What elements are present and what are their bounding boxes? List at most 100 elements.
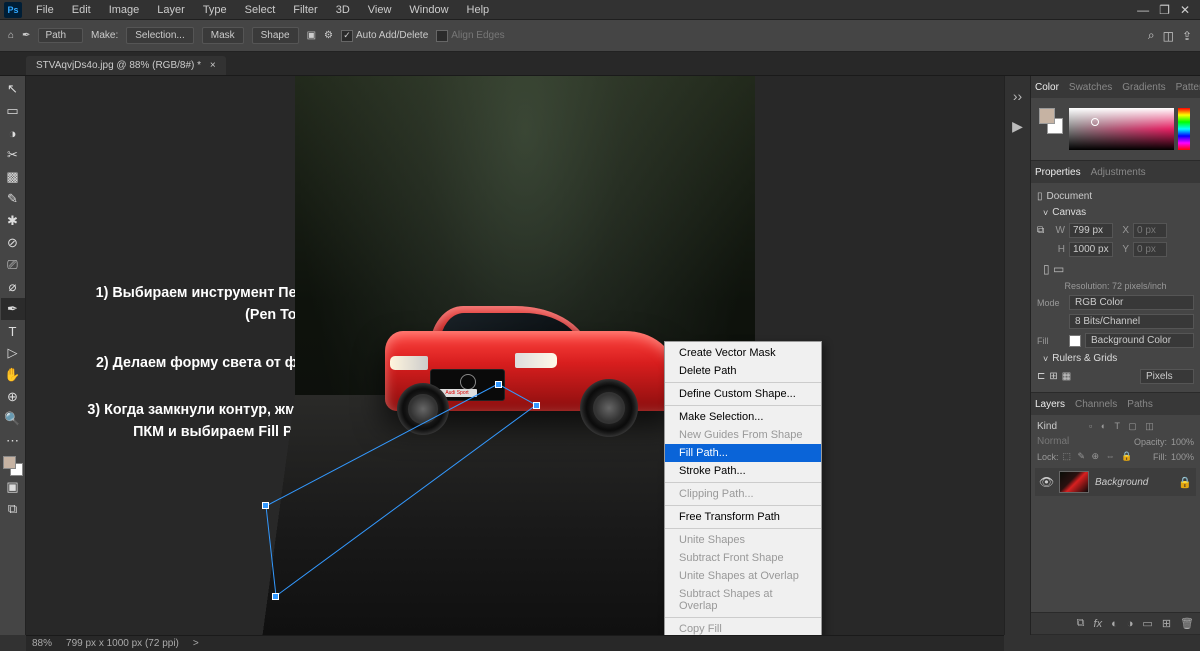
ctx-item[interactable]: Create Vector Mask [665, 344, 821, 362]
ctx-item[interactable]: Make Selection... [665, 408, 821, 426]
ruler-icon-3[interactable]: ▦ [1062, 371, 1071, 382]
tab-close-icon[interactable]: × [210, 60, 216, 71]
fill-select[interactable]: Background Color [1085, 333, 1194, 348]
rulers-section[interactable]: Rulers & Grids [1037, 350, 1194, 367]
ctx-item[interactable]: Fill Path... [665, 444, 821, 462]
make-shape-button[interactable]: Shape [252, 27, 299, 44]
auto-add-checkbox[interactable]: ✓ [341, 30, 353, 42]
menu-image[interactable]: Image [101, 2, 148, 18]
orientation-icons[interactable]: ▯ ▭ [1037, 259, 1194, 279]
link-icon[interactable]: ⧉ [1037, 225, 1049, 236]
tool-marquee[interactable]: ▭ [1, 100, 25, 122]
tool-eyedropper[interactable]: ✎ [1, 188, 25, 210]
adjustment-icon[interactable]: ◑ [1127, 618, 1134, 630]
tool-stamp[interactable]: ⎚ [1, 254, 25, 276]
anchor-point[interactable] [262, 502, 269, 509]
menu-layer[interactable]: Layer [149, 2, 193, 18]
minimize-icon[interactable]: — [1137, 3, 1149, 17]
new-layer-icon[interactable]: ⊞ [1162, 617, 1171, 630]
tab-channels[interactable]: Channels [1075, 399, 1117, 410]
menu-view[interactable]: View [360, 2, 400, 18]
menu-type[interactable]: Type [195, 2, 235, 18]
make-selection-button[interactable]: Selection... [126, 27, 193, 44]
tool-path-select[interactable]: ▷ [1, 342, 25, 364]
tool-brush[interactable]: ⊘ [1, 232, 25, 254]
lock-icon[interactable]: 🔒 [1178, 476, 1192, 489]
tool-rectangle[interactable]: ⊕ [1, 386, 25, 408]
x-input[interactable] [1133, 223, 1167, 238]
tool-frame[interactable]: ▩ [1, 166, 25, 188]
group-icon[interactable]: ▭ [1142, 617, 1152, 630]
gear-icon[interactable]: ⚙ [324, 30, 333, 41]
fill-swatch[interactable] [1069, 335, 1081, 347]
menu-help[interactable]: Help [459, 2, 498, 18]
tab-paths[interactable]: Paths [1127, 399, 1153, 410]
filter-kind-select[interactable]: Kind [1037, 421, 1085, 432]
color-swatches[interactable] [3, 456, 23, 476]
panel-swatches[interactable] [1037, 104, 1065, 154]
screenmode-icon[interactable]: ⧉ [1, 498, 25, 520]
tab-gradients[interactable]: Gradients [1122, 82, 1165, 93]
blend-mode-select[interactable]: Normal [1037, 436, 1130, 447]
tool-lasso[interactable]: ◑ [1, 122, 25, 144]
tool-move[interactable]: ↖ [1, 78, 25, 100]
tab-color[interactable]: Color [1035, 82, 1059, 93]
link-layers-icon[interactable]: ⧉ [1077, 617, 1085, 630]
tab-swatches[interactable]: Swatches [1069, 82, 1112, 93]
workspace-icon[interactable]: ◫ [1163, 29, 1174, 43]
anchor-point[interactable] [272, 593, 279, 600]
tool-zoom[interactable]: 🔍 [1, 408, 25, 430]
color-field[interactable] [1069, 108, 1174, 150]
search-icon[interactable]: ⌕ [1148, 28, 1155, 43]
layer-row[interactable]: 👁 Background 🔒 [1035, 468, 1196, 496]
fill-opacity-value[interactable]: 100% [1171, 452, 1194, 462]
document-tab[interactable]: STVAqvjDs4o.jpg @ 88% (RGB/8#) * × [26, 56, 226, 75]
canvas-section[interactable]: Canvas [1037, 204, 1194, 221]
canvas-area[interactable]: 1) Выбираем инструмент Перо (Pen Tool) 2… [26, 76, 1004, 635]
ctx-item[interactable]: Free Transform Path [665, 508, 821, 526]
tool-crop[interactable]: ✂ [1, 144, 25, 166]
tab-properties[interactable]: Properties [1035, 167, 1081, 178]
menu-3d[interactable]: 3D [328, 2, 358, 18]
tool-healing[interactable]: ✱ [1, 210, 25, 232]
tab-patterns[interactable]: Patterns [1176, 82, 1200, 93]
visibility-icon[interactable]: 👁 [1039, 475, 1053, 489]
tool-type[interactable]: T [1, 320, 25, 342]
anchor-point[interactable] [495, 381, 502, 388]
ctx-item[interactable]: Stroke Path... [665, 462, 821, 480]
lock-icons[interactable]: ⬚ ✎ ⊕ ⇔ 🔒 [1063, 451, 1135, 462]
menu-edit[interactable]: Edit [64, 2, 99, 18]
path-ops-icon[interactable]: ▣ [307, 30, 316, 41]
ruler-unit-select[interactable]: Pixels [1140, 369, 1194, 384]
maximize-icon[interactable]: ❐ [1159, 3, 1170, 17]
zoom-level[interactable]: 88% [32, 638, 52, 649]
mask-icon[interactable]: ◐ [1111, 618, 1118, 630]
expand-panel-icon[interactable]: ›› [1013, 88, 1022, 104]
mode-select[interactable]: RGB Color [1069, 295, 1194, 310]
menu-filter[interactable]: Filter [285, 2, 325, 18]
tool-preset-icon[interactable]: ✒ [22, 30, 30, 41]
menu-file[interactable]: File [28, 2, 62, 18]
tab-adjustments[interactable]: Adjustments [1091, 167, 1146, 178]
ruler-icon-1[interactable]: ⊏ [1037, 371, 1045, 382]
filter-icons[interactable]: ▫ ◐ T ▢ ◫ [1089, 421, 1157, 432]
width-input[interactable] [1069, 223, 1113, 238]
tool-hand[interactable]: ✋ [1, 364, 25, 386]
tab-layers[interactable]: Layers [1035, 399, 1065, 410]
make-mask-button[interactable]: Mask [202, 27, 244, 44]
delete-icon[interactable]: 🗑 [1180, 617, 1194, 630]
anchor-point[interactable] [533, 402, 540, 409]
share-icon[interactable]: ⇪ [1182, 29, 1192, 43]
y-input[interactable] [1133, 242, 1167, 257]
fx-icon[interactable]: fx [1094, 618, 1103, 630]
ctx-item[interactable]: Delete Path [665, 362, 821, 380]
align-edges-checkbox[interactable]: ✓ [436, 30, 448, 42]
tool-eraser[interactable]: ⌀ [1, 276, 25, 298]
bits-select[interactable]: 8 Bits/Channel [1069, 314, 1194, 329]
hue-slider[interactable] [1178, 108, 1190, 150]
ctx-item[interactable]: Define Custom Shape... [665, 385, 821, 403]
tool-pen[interactable]: ✒ [1, 298, 25, 320]
menu-select[interactable]: Select [237, 2, 284, 18]
height-input[interactable] [1069, 242, 1113, 257]
close-icon[interactable]: ✕ [1180, 3, 1190, 17]
